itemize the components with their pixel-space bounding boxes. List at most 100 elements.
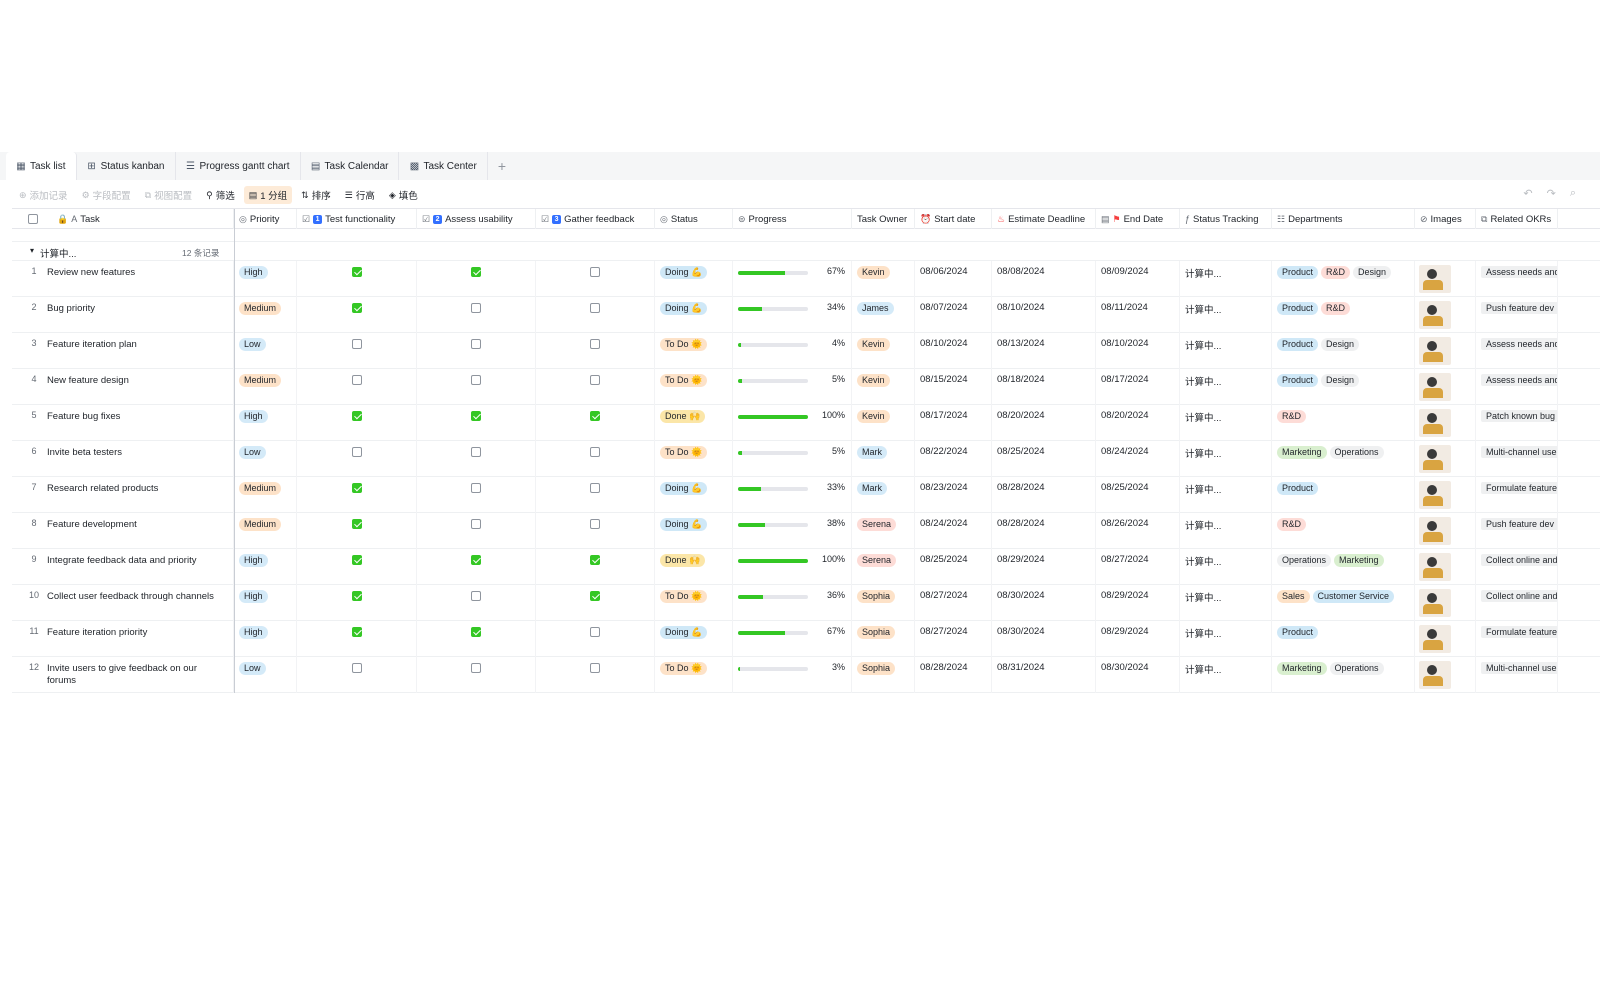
image-thumbnail[interactable] xyxy=(1419,625,1451,653)
owner-cell[interactable]: Serena xyxy=(852,513,915,549)
end-date-column-header[interactable]: ▤ ⚑ End Date xyxy=(1096,209,1180,229)
undo-icon[interactable]: ↶ xyxy=(1523,187,1532,200)
image-thumbnail[interactable] xyxy=(1419,517,1451,545)
gather-checkbox[interactable] xyxy=(590,663,600,673)
assess-checkbox-cell[interactable] xyxy=(417,585,536,621)
table-row[interactable]: 8 Feature development Medium Doing 💪 38% Sere… xyxy=(12,513,1600,549)
end-date-cell[interactable]: 08/17/2024 xyxy=(1096,369,1180,405)
related-okr-cell[interactable]: Push feature dev xyxy=(1476,513,1558,549)
gather-checkbox-cell[interactable] xyxy=(536,297,655,333)
task-column-header[interactable]: 🔒 A Task xyxy=(12,209,234,229)
deadline-date-cell[interactable]: 08/08/2024 xyxy=(992,261,1096,297)
image-cell[interactable] xyxy=(1415,513,1476,549)
field-config-button[interactable]: ⚙ 字段配置 xyxy=(77,186,136,204)
start-date-cell[interactable]: 08/17/2024 xyxy=(915,405,992,441)
search-icon[interactable]: ⌕ xyxy=(1570,187,1576,200)
related-okr-cell[interactable]: Collect online and xyxy=(1476,549,1558,585)
table-row[interactable]: 11 Feature iteration priority High Doing 💪 6… xyxy=(12,621,1600,657)
departments-cell[interactable]: Product xyxy=(1272,621,1415,657)
status-cell[interactable]: To Do 🌞 xyxy=(655,441,733,477)
test-checkbox-cell[interactable] xyxy=(297,585,417,621)
task-name-cell[interactable]: Review new features xyxy=(42,261,234,297)
task-name-cell[interactable]: Bug priority xyxy=(42,297,234,333)
related-okr-cell[interactable]: Multi-channel use xyxy=(1476,657,1558,693)
start-date-cell[interactable]: 08/10/2024 xyxy=(915,333,992,369)
related-okr-cell[interactable]: Assess needs and xyxy=(1476,261,1558,297)
task-name-cell[interactable]: Collect user feedback through channels xyxy=(42,585,234,621)
test-checkbox-cell[interactable] xyxy=(297,621,417,657)
test-checkbox[interactable] xyxy=(351,303,362,313)
image-cell[interactable] xyxy=(1415,297,1476,333)
okr-link[interactable]: Patch known bug xyxy=(1481,410,1557,422)
status-cell[interactable]: To Do 🌞 xyxy=(655,333,733,369)
chevron-down-icon[interactable]: ▾ xyxy=(30,246,34,255)
start-date-cell[interactable]: 08/27/2024 xyxy=(915,621,992,657)
image-thumbnail[interactable] xyxy=(1419,265,1451,293)
progress-cell[interactable]: 3% xyxy=(733,657,852,693)
gather-checkbox[interactable] xyxy=(590,411,600,421)
priority-column-header[interactable]: ◎ Priority xyxy=(234,209,297,229)
assess-checkbox[interactable] xyxy=(471,375,481,385)
departments-column-header[interactable]: ☷ Departments xyxy=(1272,209,1415,229)
tab-status-kanban[interactable]: ⊞ Status kanban xyxy=(77,152,176,180)
status-cell[interactable]: Done 🙌 xyxy=(655,549,733,585)
related-okr-cell[interactable]: Formulate feature xyxy=(1476,621,1558,657)
sort-button[interactable]: ⇅ 排序 xyxy=(296,186,336,204)
tab-task-list[interactable]: ▦ Task list xyxy=(6,152,77,180)
progress-cell[interactable]: 5% xyxy=(733,441,852,477)
gather-checkbox-cell[interactable] xyxy=(536,621,655,657)
gather-feedback-column-header[interactable]: ☑ 3 Gather feedback xyxy=(536,209,655,229)
gather-checkbox-cell[interactable] xyxy=(536,441,655,477)
image-cell[interactable] xyxy=(1415,369,1476,405)
assess-checkbox[interactable] xyxy=(471,339,481,349)
status-cell[interactable]: To Do 🌞 xyxy=(655,657,733,693)
image-cell[interactable] xyxy=(1415,657,1476,693)
owner-cell[interactable]: Kevin xyxy=(852,369,915,405)
status-cell[interactable]: Doing 💪 xyxy=(655,297,733,333)
assess-checkbox[interactable] xyxy=(471,483,481,493)
test-checkbox-cell[interactable] xyxy=(297,657,417,693)
task-name-cell[interactable]: Research related products xyxy=(42,477,234,513)
deadline-date-cell[interactable]: 08/28/2024 xyxy=(992,477,1096,513)
test-checkbox-cell[interactable] xyxy=(297,405,417,441)
end-date-cell[interactable]: 08/09/2024 xyxy=(1096,261,1180,297)
related-okr-cell[interactable]: Collect online and xyxy=(1476,585,1558,621)
image-thumbnail[interactable] xyxy=(1419,445,1451,473)
end-date-cell[interactable]: 08/20/2024 xyxy=(1096,405,1180,441)
end-date-cell[interactable]: 08/11/2024 xyxy=(1096,297,1180,333)
image-cell[interactable] xyxy=(1415,441,1476,477)
departments-cell[interactable]: Product Design xyxy=(1272,369,1415,405)
test-checkbox-cell[interactable] xyxy=(297,261,417,297)
progress-column-header[interactable]: ⊜ Progress xyxy=(733,209,852,229)
priority-cell[interactable]: Medium xyxy=(234,369,297,405)
assess-checkbox-cell[interactable] xyxy=(417,441,536,477)
progress-cell[interactable]: 33% xyxy=(733,477,852,513)
deadline-date-cell[interactable]: 08/31/2024 xyxy=(992,657,1096,693)
gather-checkbox-cell[interactable] xyxy=(536,513,655,549)
add-view-button[interactable]: + xyxy=(488,152,516,180)
okr-link[interactable]: Multi-channel use xyxy=(1481,662,1557,674)
gather-checkbox-cell[interactable] xyxy=(536,369,655,405)
okr-link[interactable]: Push feature dev xyxy=(1481,302,1557,314)
priority-cell[interactable]: Low xyxy=(234,441,297,477)
departments-cell[interactable]: Marketing Operations xyxy=(1272,441,1415,477)
group-button[interactable]: ▤ 1 分组 xyxy=(243,186,293,204)
start-date-cell[interactable]: 08/22/2024 xyxy=(915,441,992,477)
select-all-checkbox[interactable] xyxy=(28,214,38,224)
related-okr-cell[interactable]: Assess needs and xyxy=(1476,369,1558,405)
departments-cell[interactable]: R&D xyxy=(1272,405,1415,441)
test-checkbox[interactable] xyxy=(351,663,362,673)
priority-cell[interactable]: Medium xyxy=(234,513,297,549)
test-checkbox-cell[interactable] xyxy=(297,477,417,513)
deadline-date-cell[interactable]: 08/20/2024 xyxy=(992,405,1096,441)
gather-checkbox[interactable] xyxy=(590,339,600,349)
test-checkbox[interactable] xyxy=(351,375,362,385)
deadline-date-cell[interactable]: 08/30/2024 xyxy=(992,621,1096,657)
assess-checkbox[interactable] xyxy=(471,267,481,277)
task-name-cell[interactable]: Invite beta testers xyxy=(42,441,234,477)
tab-task-center[interactable]: ▩ Task Center xyxy=(399,152,488,180)
add-record-button[interactable]: ⊕ 添加记录 xyxy=(14,186,73,204)
departments-cell[interactable]: Product R&D Design xyxy=(1272,261,1415,297)
start-date-cell[interactable]: 08/28/2024 xyxy=(915,657,992,693)
progress-cell[interactable]: 36% xyxy=(733,585,852,621)
